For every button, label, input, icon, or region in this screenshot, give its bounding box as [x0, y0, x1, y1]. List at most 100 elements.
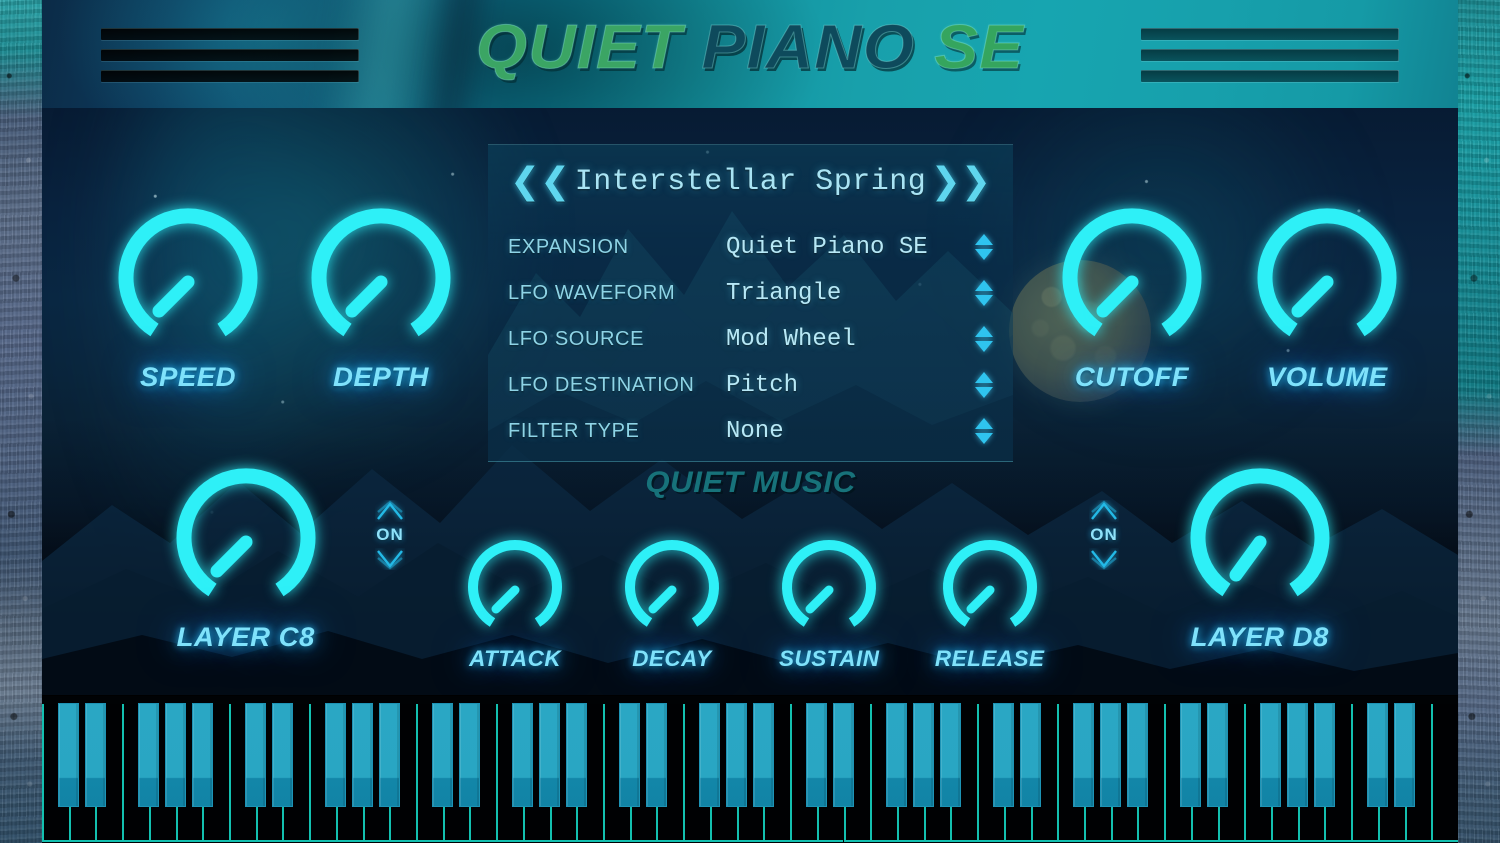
- param-value[interactable]: None: [726, 418, 973, 445]
- param-stepper-lfo-source[interactable]: [973, 326, 995, 352]
- black-key[interactable]: [1207, 703, 1229, 807]
- stepper-down-icon[interactable]: [975, 387, 993, 398]
- preset-name[interactable]: Interstellar Spring: [570, 165, 930, 199]
- black-key[interactable]: [271, 703, 293, 807]
- layer-d8-on-toggle[interactable]: ON: [1089, 500, 1119, 570]
- knob-unit-decay: DECAY: [622, 540, 722, 672]
- black-key[interactable]: [806, 703, 828, 807]
- black-key[interactable]: [512, 703, 534, 807]
- param-label: FILTER TYPE: [508, 419, 640, 442]
- param-value[interactable]: Pitch: [726, 372, 973, 399]
- param-value[interactable]: Quiet Piano SE: [726, 234, 973, 261]
- param-label: LFO DESTINATION: [508, 373, 695, 396]
- title-word-piano: PIANO: [701, 13, 915, 82]
- black-key[interactable]: [752, 703, 774, 807]
- black-key[interactable]: [913, 703, 935, 807]
- volume-knob[interactable]: [1253, 208, 1401, 356]
- black-key[interactable]: [84, 703, 106, 807]
- attack-knob[interactable]: [465, 540, 565, 640]
- black-key[interactable]: [191, 703, 213, 807]
- black-key[interactable]: [165, 703, 187, 807]
- release-label: RELEASE: [934, 646, 1045, 671]
- black-key[interactable]: [58, 703, 80, 807]
- black-key[interactable]: [1126, 703, 1148, 807]
- depth-label: DEPTH: [333, 362, 429, 392]
- layer-d8-knob[interactable]: [1186, 468, 1334, 616]
- black-key[interactable]: [1313, 703, 1335, 807]
- knob-unit-volume: VOLUME: [1253, 208, 1401, 393]
- title-word-quiet: QUIET: [475, 13, 683, 82]
- stepper-up-icon[interactable]: [975, 326, 993, 337]
- sustain-knob[interactable]: [779, 540, 879, 640]
- param-stepper-filter-type[interactable]: [973, 418, 995, 444]
- preset-prev-button[interactable]: ❮❮: [510, 164, 570, 200]
- brand-text: QUIET MUSIC: [645, 466, 856, 499]
- cutoff-label: CUTOFF: [1074, 362, 1190, 392]
- sustain-label: SUSTAIN: [778, 646, 880, 671]
- black-key[interactable]: [565, 703, 587, 807]
- param-stepper-lfo-waveform[interactable]: [973, 280, 995, 306]
- black-key[interactable]: [352, 703, 374, 807]
- param-label: LFO WAVEFORM: [508, 281, 676, 304]
- layer-c8-knob[interactable]: [172, 468, 320, 616]
- param-stepper-lfo-destination[interactable]: [973, 372, 995, 398]
- black-key[interactable]: [1367, 703, 1389, 807]
- stepper-up-icon[interactable]: [975, 280, 993, 291]
- speed-knob[interactable]: [114, 208, 262, 356]
- release-knob[interactable]: [940, 540, 1040, 640]
- black-key[interactable]: [245, 703, 267, 807]
- black-key[interactable]: [993, 703, 1015, 807]
- black-key[interactable]: [1260, 703, 1282, 807]
- black-key[interactable]: [325, 703, 347, 807]
- stepper-up-icon[interactable]: [975, 418, 993, 429]
- cutoff-knob[interactable]: [1058, 208, 1206, 356]
- piano-keyboard[interactable]: [42, 695, 1458, 843]
- param-row-lfo-source: LFO SOURCE Mod Wheel: [488, 316, 1013, 362]
- black-key[interactable]: [1394, 703, 1416, 807]
- black-key[interactable]: [458, 703, 480, 807]
- param-value[interactable]: Triangle: [726, 280, 973, 307]
- chevron-down-icon[interactable]: [375, 548, 405, 570]
- volume-label: VOLUME: [1266, 362, 1388, 392]
- black-key[interactable]: [378, 703, 400, 807]
- stepper-down-icon[interactable]: [975, 341, 993, 352]
- black-key[interactable]: [726, 703, 748, 807]
- plugin-title: QUIET PIANO SE: [42, 16, 1458, 79]
- chevron-down-icon[interactable]: [1089, 548, 1119, 570]
- black-key[interactable]: [699, 703, 721, 807]
- black-key[interactable]: [833, 703, 854, 807]
- layer-d8-label: LAYER D8: [1190, 622, 1330, 652]
- black-key[interactable]: [432, 703, 454, 807]
- black-key[interactable]: [645, 703, 667, 807]
- black-key[interactable]: [138, 703, 160, 807]
- black-key[interactable]: [619, 703, 641, 807]
- stepper-down-icon[interactable]: [975, 249, 993, 260]
- black-key[interactable]: [1020, 703, 1042, 807]
- chevron-up-icon[interactable]: [1089, 500, 1119, 522]
- black-key[interactable]: [1100, 703, 1122, 807]
- main-panel: ❮❮ Interstellar Spring ❯❯ EXPANSION Quie…: [42, 108, 1458, 843]
- stepper-down-icon[interactable]: [975, 295, 993, 306]
- depth-knob[interactable]: [307, 208, 455, 356]
- layer-d8-state: ON: [1090, 525, 1118, 544]
- decay-knob[interactable]: [622, 540, 722, 640]
- stepper-up-icon[interactable]: [975, 234, 993, 245]
- preset-next-button[interactable]: ❯❯: [931, 164, 991, 200]
- header-banner: QUIET PIANO SE: [42, 0, 1458, 108]
- black-key[interactable]: [1180, 703, 1202, 807]
- title-word-se: SE: [934, 13, 1025, 82]
- knob-unit-speed: SPEED: [114, 208, 262, 393]
- white-key[interactable]: [1431, 704, 1458, 842]
- black-key[interactable]: [886, 703, 908, 807]
- knob-unit-attack: ATTACK: [465, 540, 565, 672]
- black-key[interactable]: [939, 703, 961, 807]
- layer-c8-on-toggle[interactable]: ON: [375, 500, 405, 570]
- param-stepper-expansion[interactable]: [973, 234, 995, 260]
- param-value[interactable]: Mod Wheel: [726, 326, 973, 353]
- black-key[interactable]: [539, 703, 561, 807]
- chevron-up-icon[interactable]: [375, 500, 405, 522]
- stepper-up-icon[interactable]: [975, 372, 993, 383]
- stepper-down-icon[interactable]: [975, 433, 993, 444]
- black-key[interactable]: [1073, 703, 1095, 807]
- black-key[interactable]: [1287, 703, 1309, 807]
